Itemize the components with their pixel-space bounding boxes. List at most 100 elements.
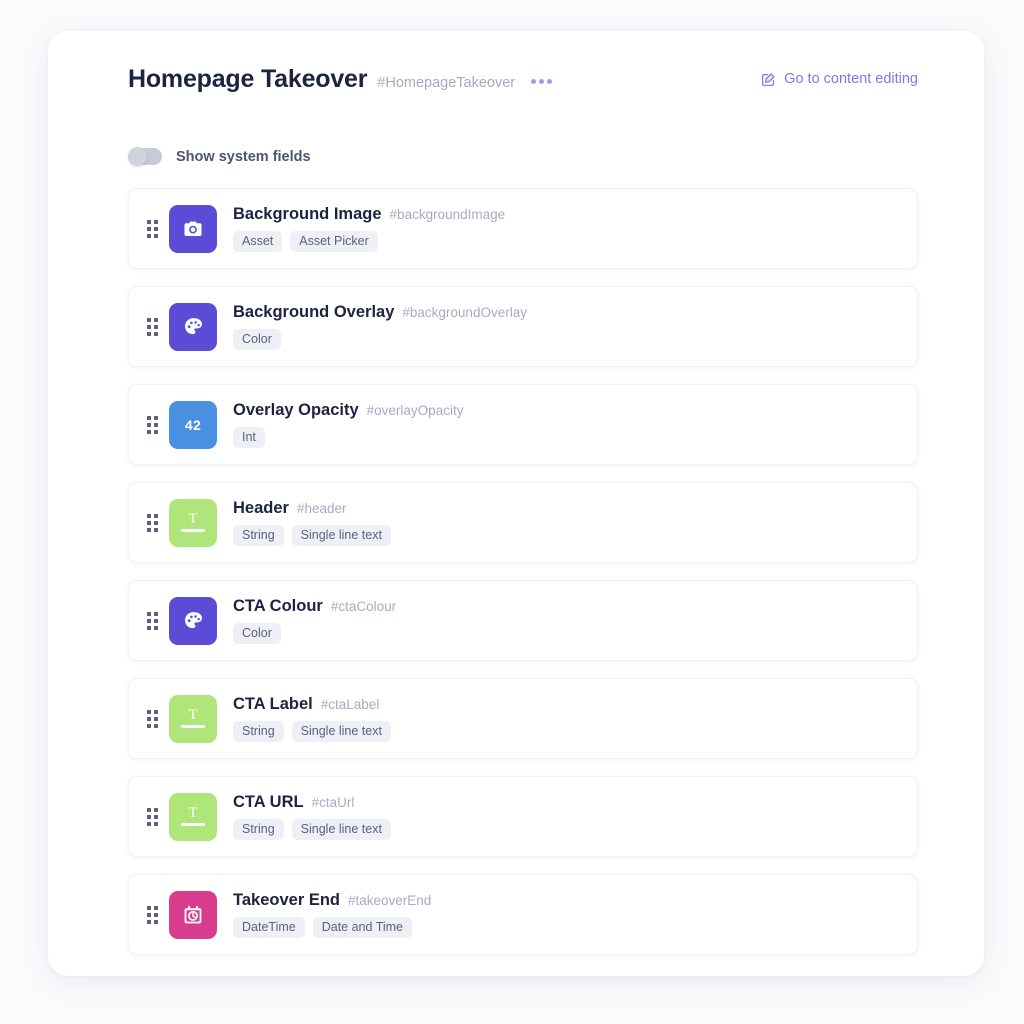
drag-handle-icon[interactable] [135, 709, 169, 728]
field-code: #header [296, 500, 347, 516]
field-name: Takeover End [233, 890, 340, 909]
show-system-fields-row: Show system fields [128, 147, 311, 166]
page-title: Homepage Takeover [128, 65, 368, 93]
field-row[interactable]: T Header #header String Single line text [128, 482, 918, 563]
field-name: Background Overlay [233, 302, 395, 321]
field-code: #backgroundImage [389, 206, 506, 222]
kebab-dot [539, 79, 545, 84]
field-code: #backgroundOverlay [402, 304, 527, 320]
text-field-icon: T [181, 805, 205, 826]
field-info: Overlay Opacity #overlayOpacity Int [233, 401, 463, 449]
field-chips: String Single line text [233, 524, 391, 547]
field-chip: Single line text [291, 524, 391, 547]
field-info: CTA Colour #ctaColour Color [233, 597, 396, 645]
kebab-dot [547, 79, 553, 84]
field-name: CTA URL [233, 792, 304, 811]
field-name: CTA Colour [233, 596, 323, 615]
palette-icon [182, 315, 205, 338]
field-chip: String [233, 524, 284, 547]
field-row[interactable]: Takeover End #takeoverEnd DateTime Date and… [128, 874, 918, 955]
go-to-content-editing-link[interactable]: Go to content editing [761, 71, 918, 87]
palette-icon [182, 609, 205, 632]
field-name: CTA Label [233, 694, 313, 713]
field-info: Background Overlay #backgroundOverlay Colo… [233, 303, 527, 351]
field-code: #ctaColour [330, 598, 397, 614]
field-name: Overlay Opacity [233, 400, 359, 419]
field-type-tile [169, 204, 217, 253]
field-chip: Color [233, 328, 281, 351]
field-type-tile [169, 302, 217, 351]
field-code: #takeoverEnd [347, 892, 432, 908]
toggle-knob [128, 147, 147, 166]
field-info: Header #header String Single line text [233, 499, 391, 547]
field-head: Overlay Opacity #overlayOpacity [233, 401, 463, 420]
drag-handle-icon[interactable] [135, 219, 169, 238]
camera-icon [181, 217, 205, 241]
field-type-tile [169, 596, 217, 645]
field-row[interactable]: Background Overlay #backgroundOverlay Colo… [128, 286, 918, 367]
field-head: Header #header [233, 499, 391, 518]
calendar-clock-icon [181, 903, 205, 927]
field-code: #overlayOpacity [366, 402, 464, 418]
field-name: Header [233, 498, 289, 517]
edit-square-icon [761, 72, 776, 87]
field-chip: DateTime [233, 916, 305, 939]
drag-handle-icon[interactable] [135, 905, 169, 924]
field-chip: Single line text [291, 720, 391, 743]
field-chip: String [233, 720, 284, 743]
field-info: CTA URL #ctaUrl String Single line text [233, 793, 391, 841]
kebab-dot [531, 79, 537, 84]
field-head: Background Image #backgroundImage [233, 205, 505, 224]
field-chips: Asset Asset Picker [233, 230, 505, 253]
field-list: Background Image #backgroundImage Asset Ass… [128, 188, 918, 972]
field-row[interactable]: Background Image #backgroundImage Asset Ass… [128, 188, 918, 269]
field-row[interactable]: T CTA URL #ctaUrl String Single line text [128, 776, 918, 857]
drag-handle-icon[interactable] [135, 415, 169, 434]
field-type-tile [169, 890, 217, 939]
number-icon: 42 [184, 416, 202, 433]
field-chip: Date and Time [312, 916, 413, 939]
field-type-tile: T [169, 498, 217, 547]
field-row[interactable]: CTA Colour #ctaColour Color [128, 580, 918, 661]
text-field-icon: T [181, 511, 205, 532]
field-type-tile: T [169, 694, 217, 743]
show-system-fields-toggle[interactable] [128, 147, 162, 166]
page-header: Homepage Takeover #HomepageTakeover Go t… [128, 65, 918, 105]
field-head: Background Overlay #backgroundOverlay [233, 303, 527, 322]
field-name: Background Image [233, 204, 382, 223]
field-chip: Single line text [291, 818, 391, 841]
drag-handle-icon[interactable] [135, 317, 169, 336]
field-chip: Color [233, 622, 281, 645]
field-chip: Int [233, 426, 265, 449]
field-chips: String Single line text [233, 720, 391, 743]
field-type-tile: T [169, 792, 217, 841]
field-info: CTA Label #ctaLabel String Single line text [233, 695, 391, 743]
field-code: #ctaLabel [320, 696, 380, 712]
field-chip: String [233, 818, 284, 841]
field-chips: Color [233, 328, 527, 351]
field-info: Takeover End #takeoverEnd DateTime Date and… [233, 891, 431, 939]
field-row[interactable]: T CTA Label #ctaLabel String Single line tex… [128, 678, 918, 759]
field-type-tile: 42 [169, 400, 217, 449]
field-chip: Asset [233, 230, 283, 253]
field-chip: Asset Picker [290, 230, 378, 253]
text-field-icon: T [181, 707, 205, 728]
field-code: #ctaUrl [311, 794, 355, 810]
more-options-icon[interactable] [531, 79, 553, 84]
page-code: #HomepageTakeover [377, 75, 516, 91]
drag-handle-icon[interactable] [135, 513, 169, 532]
content-type-card: Homepage Takeover #HomepageTakeover Go t… [48, 31, 984, 976]
field-chips: Int [233, 426, 463, 449]
field-row[interactable]: 42 Overlay Opacity #overlayOpacity Int [128, 384, 918, 465]
field-head: CTA URL #ctaUrl [233, 793, 391, 812]
field-head: Takeover End #takeoverEnd [233, 891, 431, 910]
drag-handle-icon[interactable] [135, 611, 169, 630]
field-chips: Color [233, 622, 396, 645]
field-head: CTA Colour #ctaColour [233, 597, 396, 616]
field-info: Background Image #backgroundImage Asset Ass… [233, 205, 505, 253]
go-to-content-editing-label: Go to content editing [784, 71, 918, 87]
field-head: CTA Label #ctaLabel [233, 695, 391, 714]
drag-handle-icon[interactable] [135, 807, 169, 826]
field-chips: String Single line text [233, 818, 391, 841]
show-system-fields-label: Show system fields [176, 148, 311, 165]
